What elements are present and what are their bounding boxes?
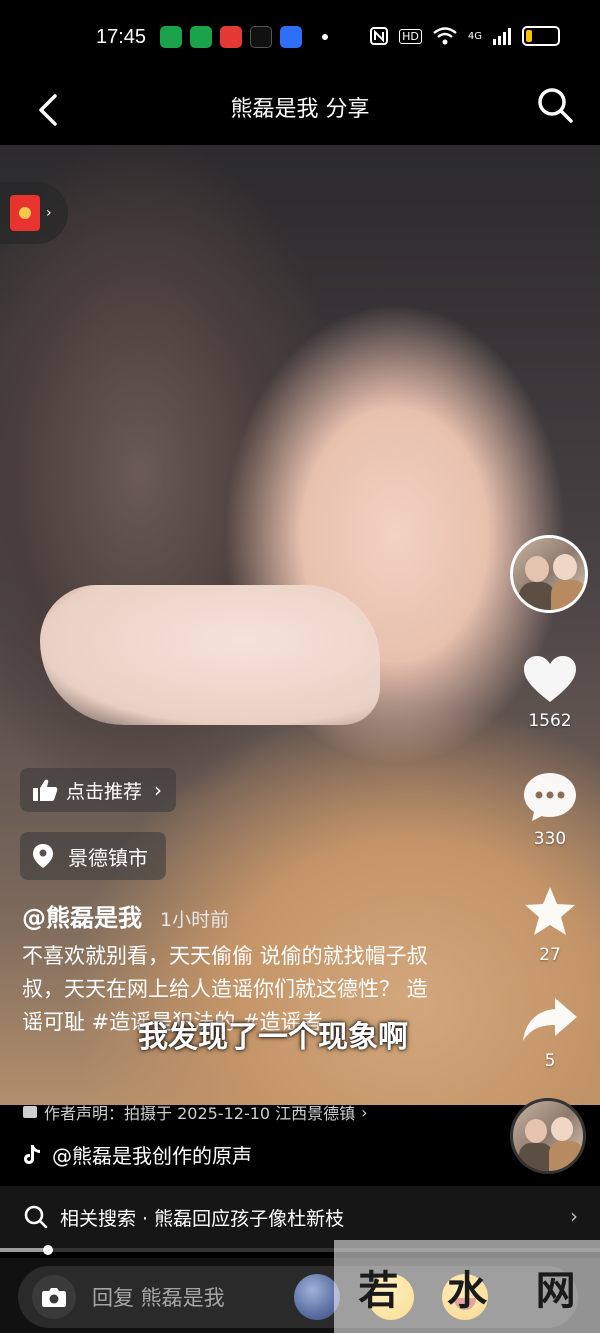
author-name[interactable]: @熊磊是我 <box>22 898 142 933</box>
star-icon <box>525 887 575 935</box>
recommend-label: 点击推荐 <box>66 780 143 803</box>
video-subtitle: 我发现了一个现象啊 <box>138 1020 408 1055</box>
author-declaration[interactable]: 作者声明：拍摄于 2025-12-10 江西景德镇 › <box>22 1100 368 1124</box>
search-icon <box>538 88 573 123</box>
like-button[interactable]: 1562 <box>500 655 600 731</box>
location-pin-icon <box>33 844 53 868</box>
progress-handle[interactable] <box>43 1245 53 1255</box>
share-count: 5 <box>544 1051 556 1071</box>
reply-placeholder: 回复 熊磊是我 <box>92 1286 225 1310</box>
chevron-right-icon: › <box>46 205 52 221</box>
status-right: HD 4G <box>369 26 560 46</box>
post-time: 1小时前 <box>160 909 230 931</box>
camera-button[interactable] <box>32 1275 76 1319</box>
red-packet-icon <box>10 195 40 231</box>
comment-button[interactable]: 330 <box>500 771 600 849</box>
wifi-icon <box>433 27 457 45</box>
video-frame-hand <box>40 585 380 725</box>
title-bar: 熊磊是我 分享 <box>0 75 600 145</box>
progress-fill <box>0 1248 48 1252</box>
heart-icon <box>524 656 576 702</box>
recommend-button[interactable]: 点击推荐 › <box>20 768 177 812</box>
red-packet-button[interactable]: › <box>0 182 68 244</box>
search-icon <box>24 1205 48 1229</box>
more-notifications-icon <box>322 34 328 40</box>
location-label: 景德镇市 <box>68 845 148 870</box>
tiktok-note-icon <box>24 1144 40 1164</box>
battery-level-fill <box>526 30 532 42</box>
battery-icon <box>522 26 560 46</box>
comment-count: 330 <box>533 829 567 849</box>
watermark-char: 网 <box>535 1266 576 1314</box>
tiktok-app-icon <box>250 26 272 48</box>
wallet-app-icon <box>190 26 212 48</box>
comment-icon <box>524 773 576 821</box>
signal-icon <box>493 28 511 45</box>
status-time: 17:45 <box>96 26 147 48</box>
favorite-count: 27 <box>539 945 561 965</box>
like-count: 1562 <box>528 711 572 731</box>
share-button[interactable]: 5 <box>500 995 600 1071</box>
camera-icon <box>42 1288 66 1307</box>
watermark-char: 若 <box>358 1266 399 1314</box>
search-button[interactable] <box>530 80 580 130</box>
red-app-icon <box>220 26 242 48</box>
original-sound[interactable]: @熊磊是我创作的原声 <box>22 1140 252 1169</box>
chevron-right-icon: › <box>570 1204 578 1228</box>
info-icon <box>23 1106 37 1118</box>
declaration-text: 作者声明：拍摄于 2025-12-10 江西景德镇 <box>44 1104 356 1123</box>
sound-label: @熊磊是我创作的原声 <box>52 1144 252 1168</box>
watermark-char: 水 <box>446 1266 487 1314</box>
page-title: 熊磊是我 分享 <box>230 97 370 122</box>
related-search-bar[interactable]: 相关搜索 · 熊磊回应孩子像杜新枝 › <box>0 1186 600 1248</box>
status-app-icons <box>160 26 328 48</box>
favorite-button[interactable]: 27 <box>500 885 600 965</box>
baidu-app-icon <box>280 26 302 48</box>
status-bar: 17:45 HD 4G <box>0 0 600 75</box>
author-avatar[interactable] <box>510 535 588 613</box>
music-disc-avatar[interactable] <box>510 1098 586 1174</box>
related-search-label: 相关搜索 · 熊磊回应孩子像杜新枝 <box>60 1207 345 1230</box>
shield-app-icon <box>160 26 182 48</box>
network-label: 4G <box>467 30 482 42</box>
hd-label: HD <box>399 28 422 44</box>
site-watermark: 若 水 网 <box>334 1240 600 1333</box>
chevron-right-icon: › <box>154 778 163 802</box>
author-line: @熊磊是我 1小时前 <box>22 898 229 933</box>
nfc-icon <box>370 27 389 45</box>
thumbs-up-icon <box>33 779 58 801</box>
share-icon <box>523 998 577 1041</box>
location-tag[interactable]: 景德镇市 <box>20 832 166 880</box>
chevron-right-icon: › <box>361 1102 368 1122</box>
